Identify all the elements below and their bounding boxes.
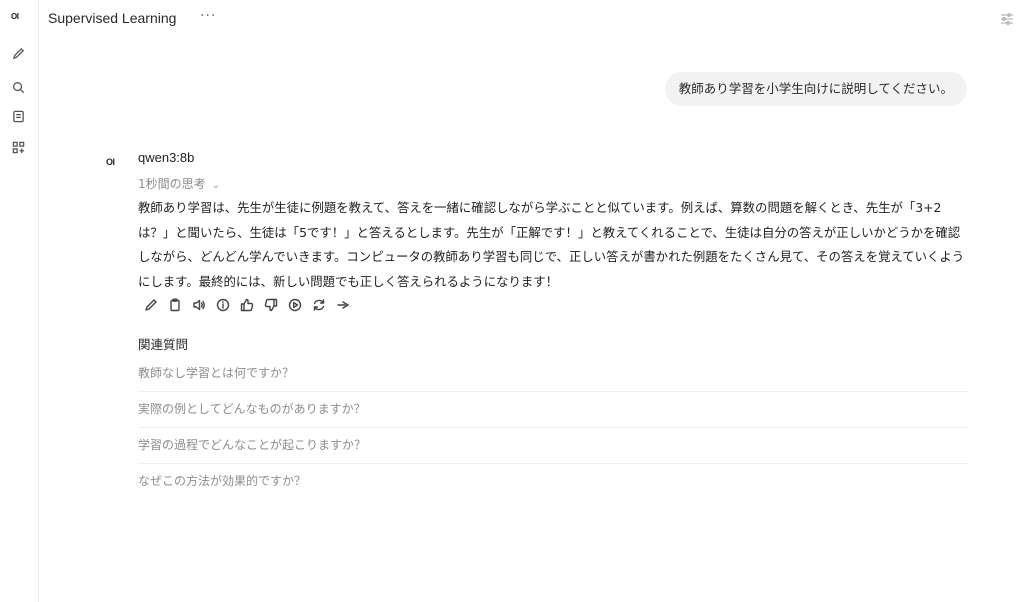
app-logo[interactable]: OI bbox=[11, 12, 19, 21]
pencil-icon[interactable] bbox=[11, 46, 25, 60]
related-question[interactable]: 実際の例としてどんなものがありますか？ bbox=[138, 392, 968, 428]
notebook-icon[interactable] bbox=[11, 109, 25, 123]
chevron-down-icon: ⌄ bbox=[211, 180, 221, 191]
assistant-answer: 教師あり学習は、先生が生徒に例題を教えて、答えを一緒に確認しながら学ぶことと似て… bbox=[138, 196, 968, 294]
chat-title[interactable]: Supervised Learning bbox=[48, 10, 176, 26]
model-name: qwen3:8b bbox=[138, 150, 195, 165]
sliders-icon[interactable] bbox=[1000, 11, 1014, 25]
thinking-toggle[interactable]: 1秒間の思考 ⌄ bbox=[138, 175, 220, 192]
copy-icon[interactable] bbox=[167, 297, 183, 313]
more-options-icon[interactable]: ··· bbox=[200, 8, 216, 24]
user-message: 教師あり学習を小学生向けに説明してください。 bbox=[664, 72, 967, 106]
regenerate-icon[interactable] bbox=[311, 297, 327, 313]
related-question[interactable]: 教師なし学習とは何ですか？ bbox=[138, 356, 968, 392]
search-icon[interactable] bbox=[11, 80, 25, 94]
info-icon[interactable] bbox=[215, 297, 231, 313]
answer-text: 教師あり学習は、先生が生徒に例題を教えて、答えを一緒に確認しながら学ぶことと似て… bbox=[138, 200, 965, 289]
chat-header: Supervised Learning ··· bbox=[38, 0, 1024, 38]
apps-icon[interactable] bbox=[11, 140, 25, 154]
continue-icon[interactable] bbox=[335, 297, 351, 313]
related-questions-list: 教師なし学習とは何ですか？ 実際の例としてどんなものがありますか？ 学習の過程で… bbox=[138, 356, 968, 499]
speaker-icon[interactable] bbox=[191, 297, 207, 313]
edit-icon[interactable] bbox=[143, 297, 159, 313]
related-question[interactable]: なぜこの方法が効果的ですか？ bbox=[138, 464, 968, 499]
thinking-label: 1秒間の思考 bbox=[138, 177, 206, 191]
thumbs-down-icon[interactable] bbox=[263, 297, 279, 313]
sidebar: OI bbox=[0, 0, 39, 602]
play-icon[interactable] bbox=[287, 297, 303, 313]
message-actions bbox=[143, 297, 351, 315]
thumbs-up-icon[interactable] bbox=[239, 297, 255, 313]
related-question[interactable]: 学習の過程でどんなことが起こりますか？ bbox=[138, 428, 968, 464]
related-questions-title: 関連質問 bbox=[138, 337, 189, 352]
assistant-avatar: OI bbox=[106, 157, 115, 167]
